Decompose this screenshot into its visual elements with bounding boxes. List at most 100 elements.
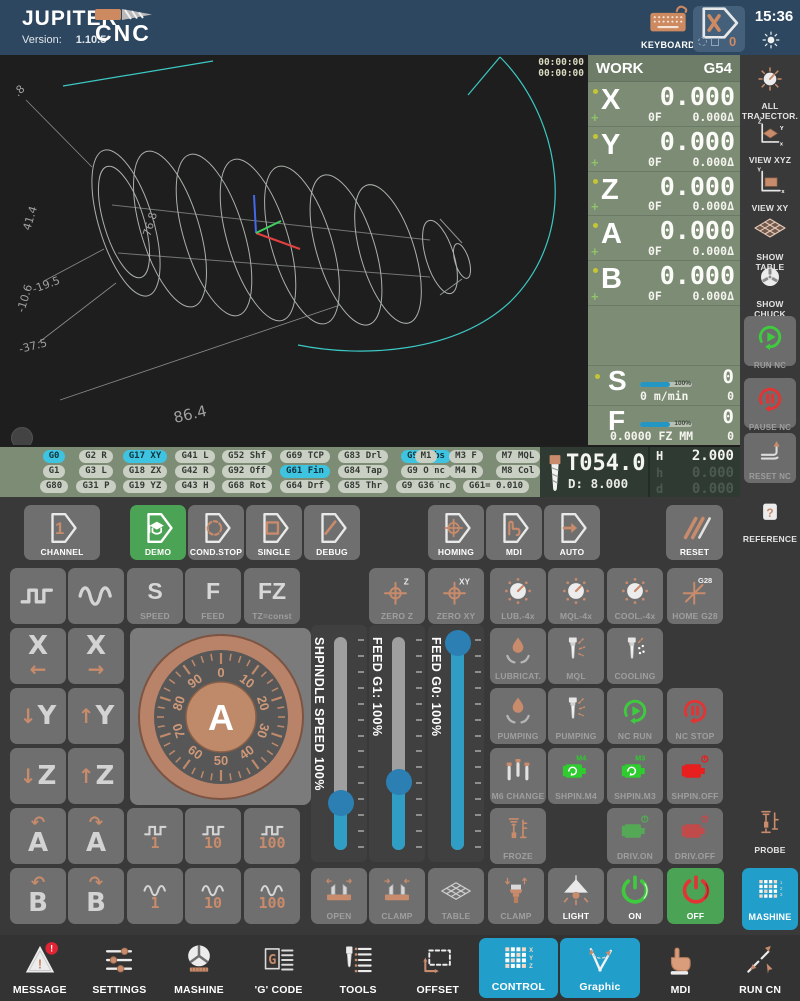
cool4x-button[interactable]: COOL.-4x xyxy=(607,568,663,624)
override-slider-spindle[interactable]: SHPINDLE SPEED 100% xyxy=(311,625,367,862)
nav-item-gcode[interactable]: G'G' CODE xyxy=(239,935,319,1001)
channel-button[interactable]: 1CHANNEL xyxy=(24,505,100,560)
brightness-icon[interactable] xyxy=(762,31,780,54)
m6change-button[interactable]: M6 CHANGE xyxy=(490,748,546,804)
sidebar-item-all-trajector[interactable]: ALL TRAJECTOR. xyxy=(740,63,800,121)
tool-info[interactable]: T054.0 D: 8.000 H2.000h0.000d0.000 xyxy=(540,447,740,499)
on-button[interactable]: ON xyxy=(607,868,663,924)
button-label: ZERO Z xyxy=(381,611,413,621)
homing-button[interactable]: HOMING xyxy=(428,505,484,560)
status-badge-M3F: M3 F xyxy=(449,450,483,463)
feed-override-dial[interactable]: 0102030405060708090 A xyxy=(130,628,311,805)
slider-thumb[interactable] xyxy=(445,630,471,656)
sidebar-item-view-xy[interactable]: YxVIEW XY xyxy=(740,163,800,213)
sidebar-item-run-nc[interactable]: RUN NC xyxy=(744,316,796,366)
sidebar-item-view-xyz[interactable]: ZYxVIEW XYZ xyxy=(740,115,800,165)
slider-track[interactable] xyxy=(451,637,464,850)
work-offset-header[interactable]: WORK G54 xyxy=(588,55,740,82)
nav-item-mashine[interactable]: MASHINE xyxy=(159,935,239,1001)
mdi-button[interactable]: MDI xyxy=(486,505,542,560)
step100-button[interactable]: 100 xyxy=(244,808,300,864)
debug-icon xyxy=(305,508,359,547)
sbtn-button[interactable]: SSPEED xyxy=(127,568,183,624)
fzbtn-button[interactable]: FZTZ=const xyxy=(244,568,300,624)
light-button[interactable]: LIGHT xyxy=(548,868,604,924)
debug-button[interactable]: DEBUG xyxy=(304,505,360,560)
slider-thumb[interactable] xyxy=(386,769,412,795)
homeg28-button[interactable]: G28HOME G28 xyxy=(667,568,723,624)
shpinm4-button[interactable]: M4SHPIN.M4 xyxy=(548,748,604,804)
stop-tasks-button[interactable]: 0 xyxy=(693,6,745,52)
lub4x-button[interactable]: LUB.-4x xyxy=(490,568,546,624)
axis-marker-plus: + xyxy=(591,113,599,123)
mql4x-button[interactable]: MQL-4x xyxy=(548,568,604,624)
yup-button[interactable]: ↑Y xyxy=(68,688,124,744)
lubricat-button[interactable]: LUBRICAT. xyxy=(490,628,546,684)
sstep1-button[interactable]: 1 xyxy=(127,868,183,924)
ydown-button[interactable]: ↓Y xyxy=(10,688,66,744)
slider-thumb[interactable] xyxy=(328,790,354,816)
runcn-nav-icon xyxy=(740,935,780,984)
ncrun-button[interactable]: NC RUN xyxy=(607,688,663,744)
pumping1-button[interactable]: PUMPING xyxy=(490,688,546,744)
viewport-3d[interactable]: .8 41.4 76.8 -19.5 -10.6 -37.5 86.4 00:0… xyxy=(0,55,588,445)
clamp2-button[interactable]: CLAMP xyxy=(488,868,544,924)
fbtn-button[interactable]: FFEED xyxy=(185,568,241,624)
wavesq-button[interactable] xyxy=(10,568,66,624)
demo-button[interactable]: DEMO xyxy=(130,505,186,560)
nav-item-graphic[interactable]: Graphic xyxy=(560,938,640,998)
sidebar-item-reset-nc[interactable]: RESET NC xyxy=(744,433,796,483)
zeroxy-button[interactable]: XYZERO XY xyxy=(428,568,484,624)
slider-track[interactable] xyxy=(334,637,347,850)
nav-item-tools[interactable]: TOOLS xyxy=(318,935,398,1001)
shpinm3-button[interactable]: M3SHPIN.M3 xyxy=(607,748,663,804)
nav-item-control[interactable]: XYZCONTROL xyxy=(479,938,559,998)
auto-button[interactable]: AUTO xyxy=(544,505,600,560)
sstep100-button[interactable]: 100 xyxy=(244,868,300,924)
nav-item-runcn[interactable]: RUN CN xyxy=(720,935,800,1001)
sstep10-button[interactable]: 10 xyxy=(185,868,241,924)
wavesin-button[interactable] xyxy=(68,568,124,624)
bccw-button[interactable]: ↶B xyxy=(10,868,66,924)
nav-item-mdi[interactable]: MDI xyxy=(641,935,721,1001)
reset-button[interactable]: RESET xyxy=(666,505,723,560)
cooling-button[interactable]: COOLING xyxy=(607,628,663,684)
xplus-button[interactable]: X→ xyxy=(68,628,124,684)
shpinoff-button[interactable]: SHPIN.OFF xyxy=(667,748,723,804)
acw-button[interactable]: ↷A xyxy=(68,808,124,864)
condstop-button[interactable]: COND.STOP xyxy=(188,505,244,560)
step10-button[interactable]: 10 xyxy=(185,808,241,864)
keyboard-button[interactable]: KEYBOARD xyxy=(638,4,698,50)
sidebar-item-pause-nc[interactable]: PAUSE NC xyxy=(744,378,796,428)
xminus-button[interactable]: X← xyxy=(10,628,66,684)
sidebar-item-show-chuck[interactable]: SHOW CHUCK xyxy=(740,261,800,319)
sidebar-item-mashine[interactable]: 123MASHINE xyxy=(742,868,798,930)
mqlb-button[interactable]: MQL xyxy=(548,628,604,684)
zeroz-button[interactable]: ZZERO Z xyxy=(369,568,425,624)
off-button[interactable]: OFF xyxy=(667,868,724,924)
accw-button[interactable]: ↶A xyxy=(10,808,66,864)
bcw-button[interactable]: ↷B xyxy=(68,868,124,924)
zup-button[interactable]: ↑Z xyxy=(68,748,124,804)
nav-item-settings[interactable]: SETTINGS xyxy=(80,935,160,1001)
pumping2-button[interactable]: PUMPING xyxy=(548,688,604,744)
zdown-button[interactable]: ↓Z xyxy=(10,748,66,804)
single-button[interactable]: SINGLE xyxy=(246,505,302,560)
slider-track[interactable] xyxy=(392,637,405,850)
clamp1-button[interactable]: CLAMP xyxy=(369,868,425,924)
override-slider-feed-g0[interactable]: FEED G0: 100% xyxy=(428,625,484,862)
tablebtn-button[interactable]: TABLE xyxy=(428,868,484,924)
sidebar-item-reference[interactable]: ?REFERENCE xyxy=(740,498,800,544)
drivon-button[interactable]: DRIV.ON xyxy=(607,808,663,864)
step1-button[interactable]: 1 xyxy=(127,808,183,864)
froze-icon xyxy=(491,811,545,851)
ncstop-button[interactable]: NC STOP xyxy=(667,688,723,744)
open-button[interactable]: OPEN xyxy=(311,868,367,924)
override-slider-feed-g1[interactable]: FEED G1: 100% xyxy=(369,625,425,862)
drivoff-button[interactable]: DRIV.OFF xyxy=(667,808,723,864)
froze-button[interactable]: FROZE xyxy=(490,808,546,864)
sidebar-item-probe[interactable]: PROBE xyxy=(740,807,800,855)
nav-item-message[interactable]: !!MESSAGE xyxy=(0,935,80,1001)
nav-item-offset[interactable]: OFFSET xyxy=(398,935,478,1001)
button-label: NC STOP xyxy=(675,731,714,741)
